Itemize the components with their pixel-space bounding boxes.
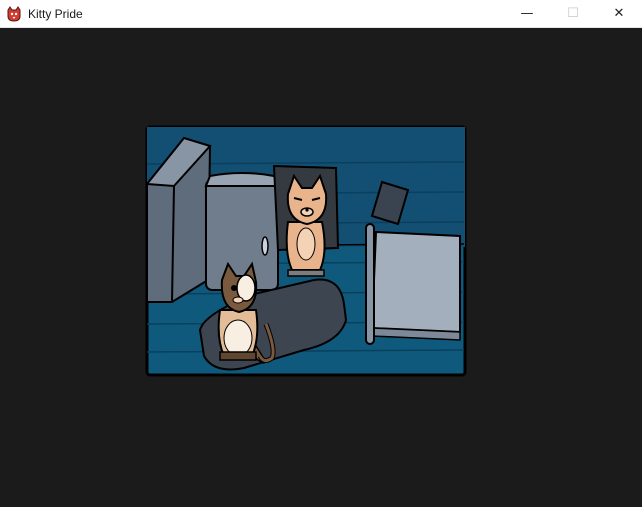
orange-cat <box>285 173 328 277</box>
maximize-button[interactable]: ☐ <box>550 0 596 27</box>
cat-head-icon <box>6 5 22 22</box>
close-icon: ✕ <box>613 6 625 21</box>
title-bar[interactable]: Kitty Pride — ☐ ✕ <box>0 0 642 28</box>
window-title: Kitty Pride <box>28 6 83 21</box>
app-window: Kitty Pride — ☐ ✕ <box>0 0 642 507</box>
bedroom-scene <box>145 125 467 377</box>
minimize-button[interactable]: — <box>504 0 550 27</box>
game-canvas[interactable] <box>0 28 642 507</box>
minimize-icon: — <box>520 6 534 21</box>
maximize-icon: ☐ <box>567 6 579 21</box>
bed <box>365 223 461 345</box>
close-button[interactable]: ✕ <box>596 0 642 27</box>
window-controls: — ☐ ✕ <box>504 0 642 27</box>
dresser <box>204 172 280 291</box>
